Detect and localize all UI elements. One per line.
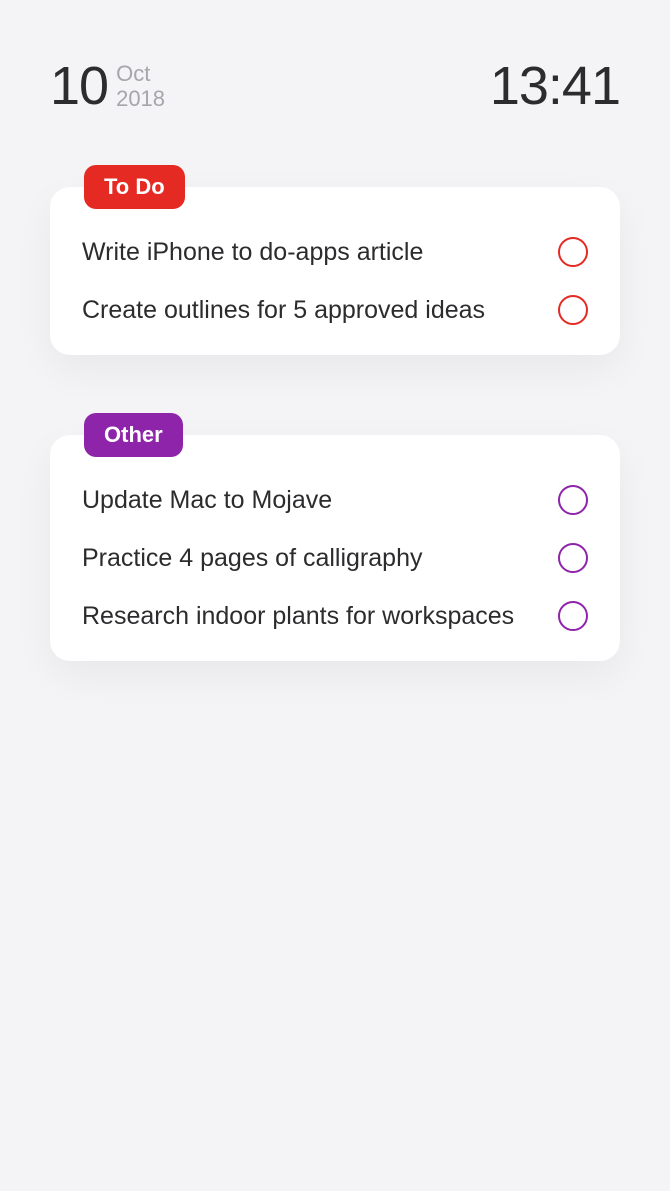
task-item[interactable]: Create outlines for 5 approved ideas [82,295,588,325]
todo-task-list: Write iPhone to do-apps article Create o… [82,237,588,325]
header: 10 Oct 2018 13:41 [0,0,670,117]
other-task-list: Update Mac to Mojave Practice 4 pages of… [82,485,588,631]
task-text: Create outlines for 5 approved ideas [82,296,542,325]
task-checkbox-icon[interactable] [558,543,588,573]
task-checkbox-icon[interactable] [558,601,588,631]
task-checkbox-icon[interactable] [558,295,588,325]
task-checkbox-icon[interactable] [558,237,588,267]
date-year: 2018 [116,86,165,111]
date-month: Oct [116,61,165,86]
cards-container: To Do Write iPhone to do-apps article Cr… [0,117,670,661]
task-text: Research indoor plants for workspaces [82,602,542,631]
date-block: 10 Oct 2018 [50,55,165,117]
todo-card: To Do Write iPhone to do-apps article Cr… [50,187,620,355]
task-item[interactable]: Write iPhone to do-apps article [82,237,588,267]
task-item[interactable]: Update Mac to Mojave [82,485,588,515]
task-text: Update Mac to Mojave [82,486,542,515]
task-checkbox-icon[interactable] [558,485,588,515]
task-item[interactable]: Practice 4 pages of calligraphy [82,543,588,573]
date-day: 10 [50,55,108,117]
time-display: 13:41 [490,55,620,117]
date-stack: Oct 2018 [116,61,165,112]
other-card-label: Other [84,413,183,457]
task-text: Write iPhone to do-apps article [82,238,542,267]
other-card: Other Update Mac to Mojave Practice 4 pa… [50,435,620,661]
task-item[interactable]: Research indoor plants for workspaces [82,601,588,631]
todo-card-label: To Do [84,165,185,209]
task-text: Practice 4 pages of calligraphy [82,544,542,573]
